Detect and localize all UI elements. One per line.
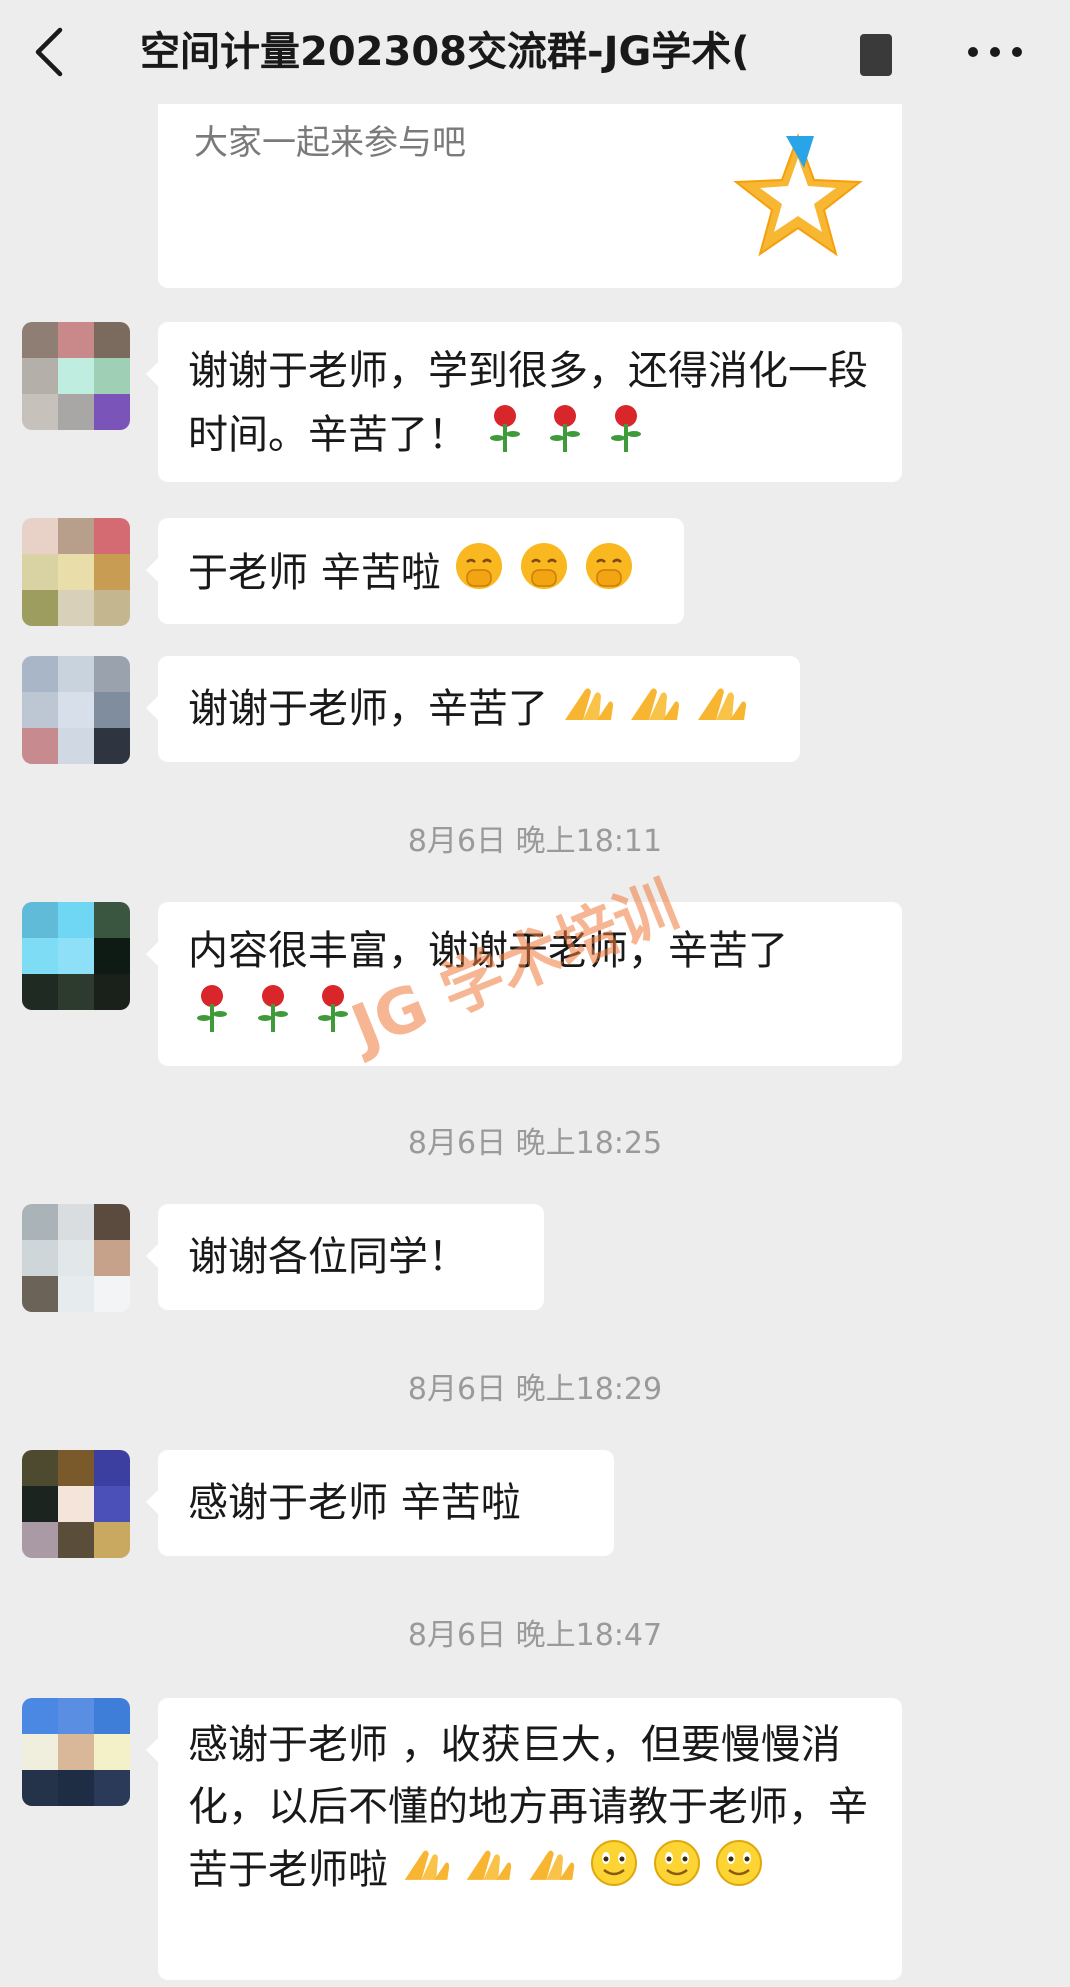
avatar[interactable] [22,1698,130,1806]
rose-icon [188,982,236,1052]
timestamp: 8月6日 晚上18:11 [407,824,663,859]
message-bubble[interactable]: 谢谢于老师，学到很多，还得消化一段时间。辛苦了！ [146,322,902,482]
message-text: 谢谢各位同学！ [188,1234,468,1280]
rose-icon [602,402,650,472]
rose-icon [481,402,529,472]
praying-hands-icon [526,1841,576,1903]
praying-hands-icon [627,680,681,742]
rose-icon [309,982,357,1052]
shushing-face-icon [518,540,570,610]
praying-hands-icon [694,680,748,742]
avatar[interactable] [22,1204,130,1312]
smiling-face-icon [589,1838,639,1906]
avatar[interactable] [22,1450,130,1558]
message-text: 于老师 辛苦啦 [188,550,441,596]
star-icon [733,133,863,257]
message-bubble[interactable]: 内容很丰富，谢谢于老师，辛苦了 [146,902,902,1066]
message-bubble[interactable]: 感谢于老师 辛苦啦 [146,1450,614,1556]
message-text: 大家一起来参与吧 [194,123,466,163]
praying-hands-icon [401,1841,451,1903]
top-bar: 空间计量202308交流群-JG学术( [0,0,1070,104]
rose-icon [541,402,589,472]
avatar[interactable] [22,656,130,764]
smiling-face-icon [714,1838,764,1906]
chevron-left-icon [35,27,63,77]
shushing-face-icon [583,540,635,610]
smiling-face-icon [652,1838,702,1906]
rose-icon [249,982,297,1052]
message-text: 内容很丰富，谢谢于老师，辛苦了 [188,928,788,974]
message-card[interactable]: 大家一起来参与吧 [158,104,902,288]
more-dots-icon [968,47,1022,57]
message-text: 感谢于老师 辛苦啦 [188,1480,521,1526]
praying-hands-icon [463,1841,513,1903]
message-text: 谢谢于老师，辛苦了 [188,686,548,732]
message-bubble[interactable]: 感谢于老师 ，收获巨大，但要慢慢消化，以后不懂的地方再请教于老师，辛苦于老师啦 [146,1698,902,1980]
message-bubble[interactable]: 谢谢各位同学！ [146,1204,544,1310]
timestamp: 8月6日 晚上18:25 [407,1126,663,1161]
avatar[interactable] [22,322,130,430]
chat-title: 空间计量202308交流群-JG学术( [140,29,750,75]
back-button[interactable] [22,22,82,82]
more-button[interactable] [955,22,1035,82]
shushing-face-icon [453,540,505,610]
avatar[interactable] [22,902,130,1010]
message-bubble[interactable]: 于老师 辛苦啦 [146,518,684,624]
timestamp: 8月6日 晚上18:29 [407,1372,663,1407]
praying-hands-icon [561,680,615,742]
message-bubble[interactable]: 谢谢于老师，辛苦了 [146,656,800,762]
timestamp: 8月6日 晚上18:47 [407,1618,663,1653]
avatar[interactable] [22,518,130,626]
blurred-member-count [860,34,892,76]
